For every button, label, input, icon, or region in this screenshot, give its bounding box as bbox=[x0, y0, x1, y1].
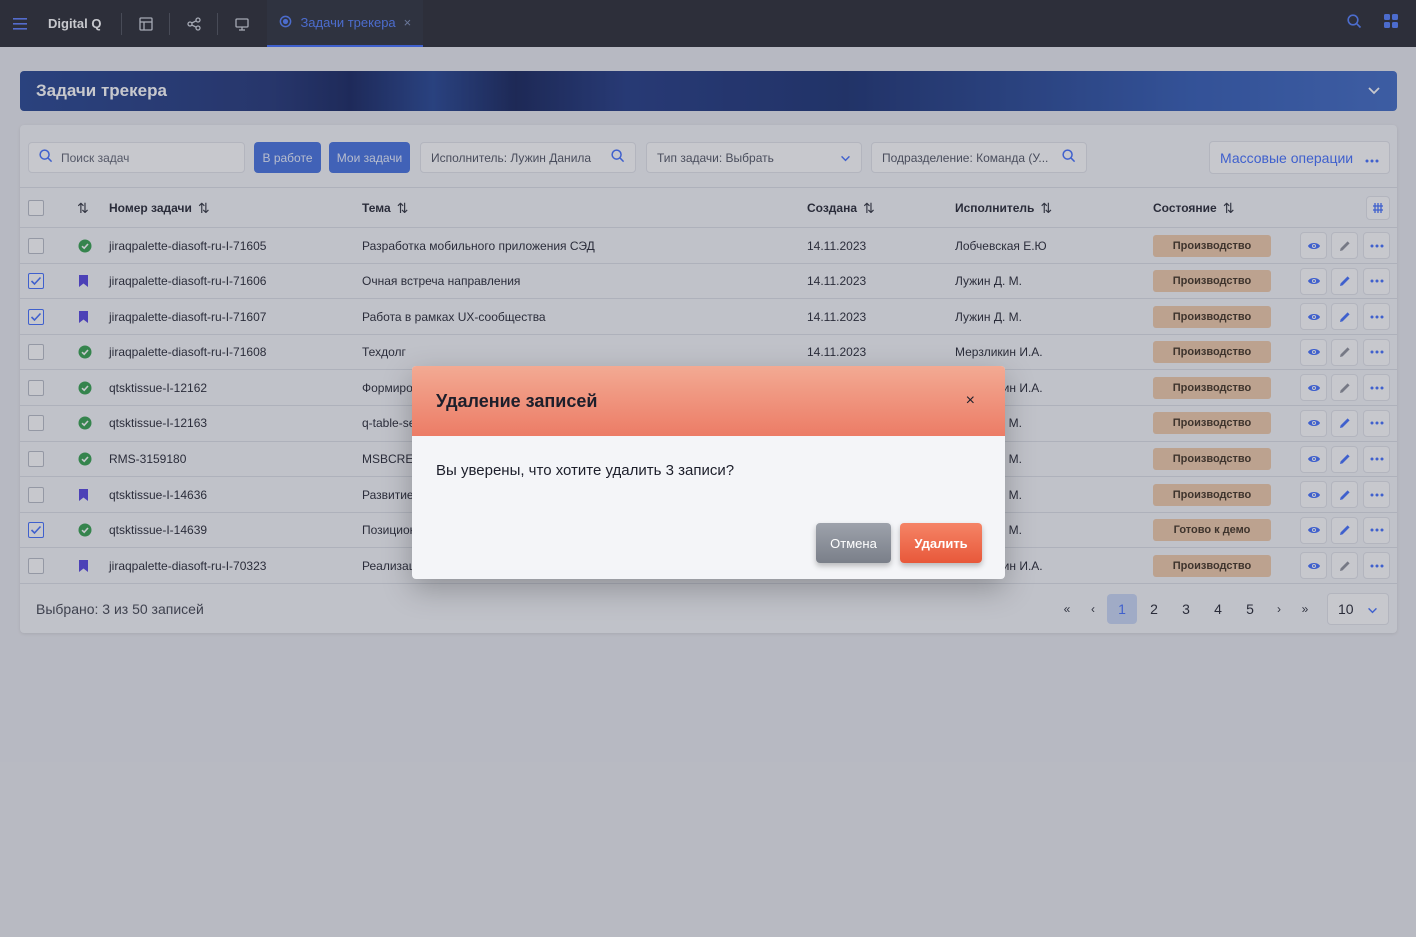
dialog-title: Удаление записей bbox=[436, 390, 598, 411]
close-icon[interactable]: × bbox=[966, 392, 975, 410]
delete-dialog: Удаление записей × Вы уверены, что хотит… bbox=[412, 366, 1005, 579]
cancel-button[interactable]: Отмена bbox=[816, 523, 891, 563]
dialog-message: Вы уверены, что хотите удалить 3 записи? bbox=[436, 462, 735, 479]
delete-button[interactable]: Удалить bbox=[900, 523, 982, 563]
dialog-header: Удаление записей × bbox=[412, 366, 1005, 436]
